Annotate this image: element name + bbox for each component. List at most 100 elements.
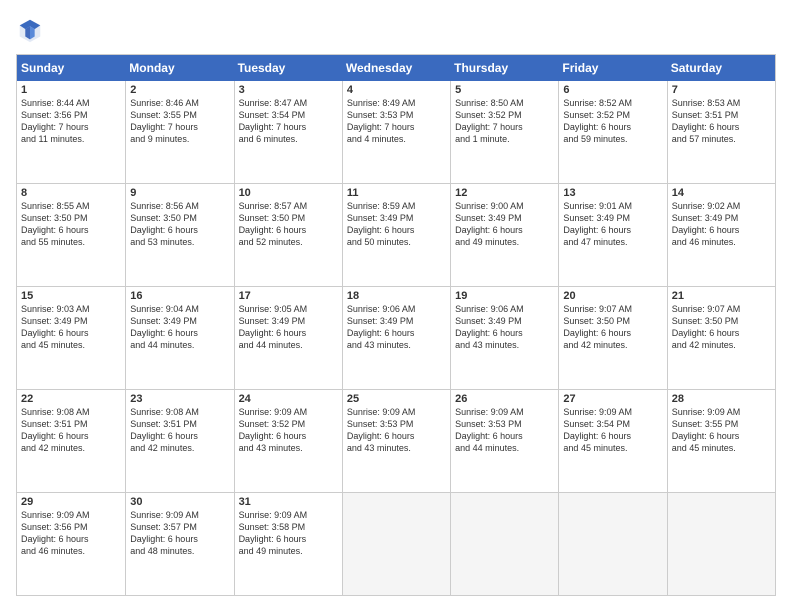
day-info: Sunrise: 9:09 AM Sunset: 3:53 PM Dayligh…: [347, 406, 446, 455]
day-info: Sunrise: 9:02 AM Sunset: 3:49 PM Dayligh…: [672, 200, 771, 249]
calendar-cell: 15Sunrise: 9:03 AM Sunset: 3:49 PM Dayli…: [17, 287, 125, 389]
day-info: Sunrise: 9:06 AM Sunset: 3:49 PM Dayligh…: [347, 303, 446, 352]
day-number: 18: [347, 290, 446, 302]
calendar-cell: 2Sunrise: 8:46 AM Sunset: 3:55 PM Daylig…: [125, 81, 233, 183]
calendar-cell: [342, 493, 450, 595]
day-info: Sunrise: 9:09 AM Sunset: 3:56 PM Dayligh…: [21, 509, 121, 558]
calendar-cell: 24Sunrise: 9:09 AM Sunset: 3:52 PM Dayli…: [234, 390, 342, 492]
day-info: Sunrise: 8:47 AM Sunset: 3:54 PM Dayligh…: [239, 97, 338, 146]
day-info: Sunrise: 8:56 AM Sunset: 3:50 PM Dayligh…: [130, 200, 229, 249]
calendar-cell: [450, 493, 558, 595]
day-info: Sunrise: 9:03 AM Sunset: 3:49 PM Dayligh…: [21, 303, 121, 352]
calendar-cell: 20Sunrise: 9:07 AM Sunset: 3:50 PM Dayli…: [558, 287, 666, 389]
calendar-row: 15Sunrise: 9:03 AM Sunset: 3:49 PM Dayli…: [17, 286, 775, 389]
calendar-cell: 10Sunrise: 8:57 AM Sunset: 3:50 PM Dayli…: [234, 184, 342, 286]
calendar-cell: 25Sunrise: 9:09 AM Sunset: 3:53 PM Dayli…: [342, 390, 450, 492]
day-number: 8: [21, 187, 121, 199]
day-info: Sunrise: 9:06 AM Sunset: 3:49 PM Dayligh…: [455, 303, 554, 352]
calendar-cell: 27Sunrise: 9:09 AM Sunset: 3:54 PM Dayli…: [558, 390, 666, 492]
day-number: 11: [347, 187, 446, 199]
calendar-cell: 7Sunrise: 8:53 AM Sunset: 3:51 PM Daylig…: [667, 81, 775, 183]
day-info: Sunrise: 9:09 AM Sunset: 3:52 PM Dayligh…: [239, 406, 338, 455]
day-number: 19: [455, 290, 554, 302]
calendar-cell: 6Sunrise: 8:52 AM Sunset: 3:52 PM Daylig…: [558, 81, 666, 183]
calendar-cell: 14Sunrise: 9:02 AM Sunset: 3:49 PM Dayli…: [667, 184, 775, 286]
day-info: Sunrise: 8:53 AM Sunset: 3:51 PM Dayligh…: [672, 97, 771, 146]
calendar-row: 22Sunrise: 9:08 AM Sunset: 3:51 PM Dayli…: [17, 389, 775, 492]
page: SundayMondayTuesdayWednesdayThursdayFrid…: [0, 0, 792, 612]
calendar-cell: 31Sunrise: 9:09 AM Sunset: 3:58 PM Dayli…: [234, 493, 342, 595]
calendar-header-day: Saturday: [667, 55, 775, 81]
calendar-cell: 17Sunrise: 9:05 AM Sunset: 3:49 PM Dayli…: [234, 287, 342, 389]
day-number: 9: [130, 187, 229, 199]
day-info: Sunrise: 9:01 AM Sunset: 3:49 PM Dayligh…: [563, 200, 662, 249]
logo: [16, 16, 48, 44]
day-number: 15: [21, 290, 121, 302]
day-number: 31: [239, 496, 338, 508]
calendar-cell: 23Sunrise: 9:08 AM Sunset: 3:51 PM Dayli…: [125, 390, 233, 492]
day-info: Sunrise: 9:08 AM Sunset: 3:51 PM Dayligh…: [21, 406, 121, 455]
calendar-row: 1Sunrise: 8:44 AM Sunset: 3:56 PM Daylig…: [17, 81, 775, 183]
day-number: 24: [239, 393, 338, 405]
calendar-cell: 21Sunrise: 9:07 AM Sunset: 3:50 PM Dayli…: [667, 287, 775, 389]
calendar-cell: 13Sunrise: 9:01 AM Sunset: 3:49 PM Dayli…: [558, 184, 666, 286]
calendar-body: 1Sunrise: 8:44 AM Sunset: 3:56 PM Daylig…: [17, 81, 775, 595]
day-info: Sunrise: 9:09 AM Sunset: 3:57 PM Dayligh…: [130, 509, 229, 558]
calendar-header: SundayMondayTuesdayWednesdayThursdayFrid…: [17, 55, 775, 81]
calendar-cell: 26Sunrise: 9:09 AM Sunset: 3:53 PM Dayli…: [450, 390, 558, 492]
day-info: Sunrise: 8:59 AM Sunset: 3:49 PM Dayligh…: [347, 200, 446, 249]
day-info: Sunrise: 9:09 AM Sunset: 3:53 PM Dayligh…: [455, 406, 554, 455]
day-info: Sunrise: 9:04 AM Sunset: 3:49 PM Dayligh…: [130, 303, 229, 352]
day-number: 23: [130, 393, 229, 405]
calendar-header-day: Tuesday: [234, 55, 342, 81]
calendar-header-day: Sunday: [17, 55, 125, 81]
calendar-header-day: Wednesday: [342, 55, 450, 81]
day-number: 1: [21, 84, 121, 96]
day-info: Sunrise: 9:09 AM Sunset: 3:55 PM Dayligh…: [672, 406, 771, 455]
day-number: 16: [130, 290, 229, 302]
calendar-cell: 8Sunrise: 8:55 AM Sunset: 3:50 PM Daylig…: [17, 184, 125, 286]
calendar-cell: 18Sunrise: 9:06 AM Sunset: 3:49 PM Dayli…: [342, 287, 450, 389]
day-info: Sunrise: 8:50 AM Sunset: 3:52 PM Dayligh…: [455, 97, 554, 146]
day-info: Sunrise: 8:57 AM Sunset: 3:50 PM Dayligh…: [239, 200, 338, 249]
day-number: 22: [21, 393, 121, 405]
day-info: Sunrise: 9:08 AM Sunset: 3:51 PM Dayligh…: [130, 406, 229, 455]
day-info: Sunrise: 9:09 AM Sunset: 3:54 PM Dayligh…: [563, 406, 662, 455]
calendar-cell: 5Sunrise: 8:50 AM Sunset: 3:52 PM Daylig…: [450, 81, 558, 183]
day-number: 20: [563, 290, 662, 302]
day-number: 3: [239, 84, 338, 96]
day-number: 28: [672, 393, 771, 405]
calendar-cell: 30Sunrise: 9:09 AM Sunset: 3:57 PM Dayli…: [125, 493, 233, 595]
day-info: Sunrise: 8:49 AM Sunset: 3:53 PM Dayligh…: [347, 97, 446, 146]
day-number: 26: [455, 393, 554, 405]
day-number: 14: [672, 187, 771, 199]
calendar-cell: 19Sunrise: 9:06 AM Sunset: 3:49 PM Dayli…: [450, 287, 558, 389]
day-number: 17: [239, 290, 338, 302]
day-info: Sunrise: 9:09 AM Sunset: 3:58 PM Dayligh…: [239, 509, 338, 558]
day-info: Sunrise: 8:55 AM Sunset: 3:50 PM Dayligh…: [21, 200, 121, 249]
calendar-cell: 4Sunrise: 8:49 AM Sunset: 3:53 PM Daylig…: [342, 81, 450, 183]
calendar-cell: [558, 493, 666, 595]
day-number: 13: [563, 187, 662, 199]
calendar-cell: 9Sunrise: 8:56 AM Sunset: 3:50 PM Daylig…: [125, 184, 233, 286]
day-info: Sunrise: 9:00 AM Sunset: 3:49 PM Dayligh…: [455, 200, 554, 249]
calendar: SundayMondayTuesdayWednesdayThursdayFrid…: [16, 54, 776, 596]
day-number: 12: [455, 187, 554, 199]
day-info: Sunrise: 9:05 AM Sunset: 3:49 PM Dayligh…: [239, 303, 338, 352]
calendar-cell: 3Sunrise: 8:47 AM Sunset: 3:54 PM Daylig…: [234, 81, 342, 183]
calendar-row: 8Sunrise: 8:55 AM Sunset: 3:50 PM Daylig…: [17, 183, 775, 286]
calendar-cell: 22Sunrise: 9:08 AM Sunset: 3:51 PM Dayli…: [17, 390, 125, 492]
day-info: Sunrise: 9:07 AM Sunset: 3:50 PM Dayligh…: [563, 303, 662, 352]
day-number: 2: [130, 84, 229, 96]
calendar-cell: 12Sunrise: 9:00 AM Sunset: 3:49 PM Dayli…: [450, 184, 558, 286]
day-number: 29: [21, 496, 121, 508]
day-number: 7: [672, 84, 771, 96]
day-number: 6: [563, 84, 662, 96]
day-number: 5: [455, 84, 554, 96]
calendar-header-day: Friday: [558, 55, 666, 81]
day-info: Sunrise: 8:52 AM Sunset: 3:52 PM Dayligh…: [563, 97, 662, 146]
calendar-cell: 11Sunrise: 8:59 AM Sunset: 3:49 PM Dayli…: [342, 184, 450, 286]
day-number: 21: [672, 290, 771, 302]
calendar-cell: 16Sunrise: 9:04 AM Sunset: 3:49 PM Dayli…: [125, 287, 233, 389]
calendar-row: 29Sunrise: 9:09 AM Sunset: 3:56 PM Dayli…: [17, 492, 775, 595]
